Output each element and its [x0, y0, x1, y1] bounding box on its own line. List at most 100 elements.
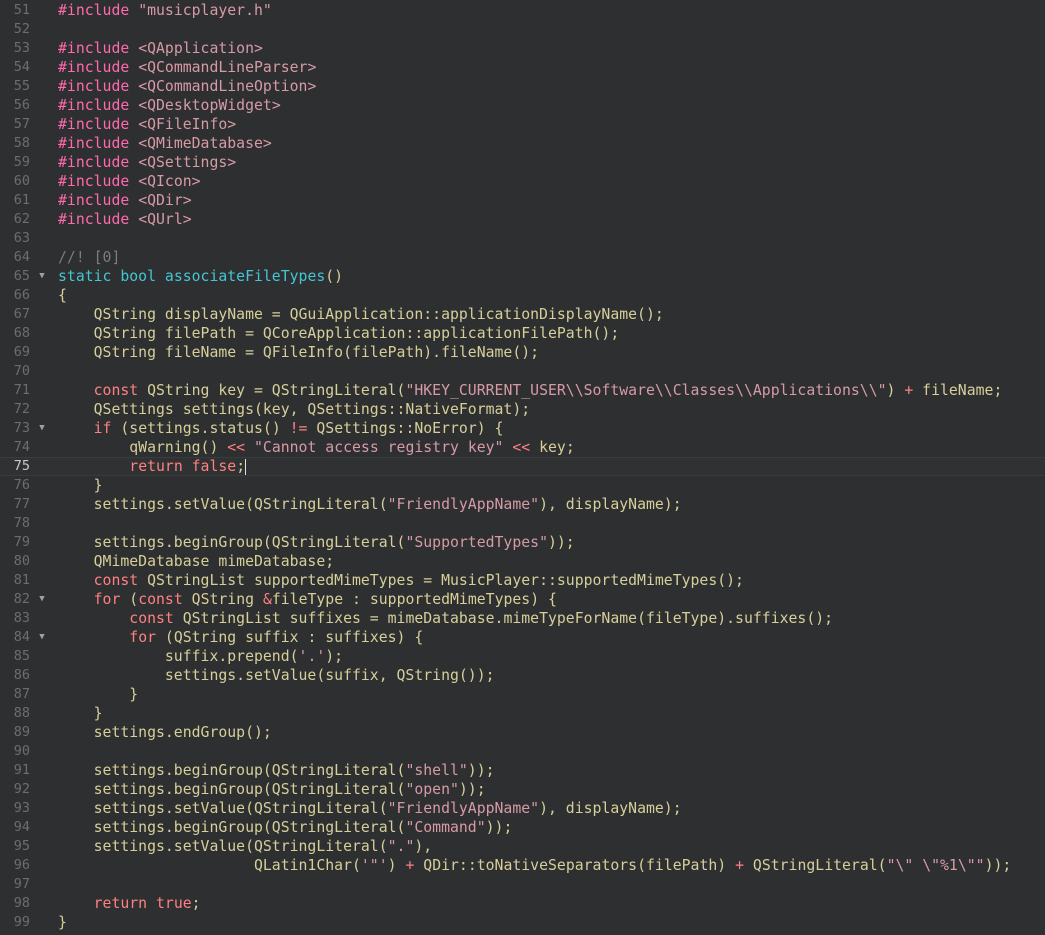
- code-text: settings.setValue(QStringLiteral("Friend…: [58, 495, 682, 514]
- line-number: 59: [13, 154, 30, 170]
- line-number: 60: [13, 173, 30, 189]
- code-line[interactable]: 95 settings.setValue(QStringLiteral(".")…: [0, 837, 1045, 856]
- code-editor[interactable]: 51 #include "musicplayer.h" 52 53 #include <…: [0, 0, 1045, 935]
- line-number: 85: [13, 648, 30, 664]
- code-line[interactable]: 71 const QString key = QStringLiteral("H…: [0, 381, 1045, 400]
- code-line[interactable]: 68 QString filePath = QCoreApplication::…: [0, 324, 1045, 343]
- code-line[interactable]: 52: [0, 20, 1045, 39]
- code-token: #include: [58, 154, 139, 171]
- code-line[interactable]: 56 #include <QDesktopWidget>: [0, 96, 1045, 115]
- code-line[interactable]: 59 #include <QSettings>: [0, 153, 1045, 172]
- code-line[interactable]: 66 {: [0, 286, 1045, 305]
- code-line[interactable]: 88 }: [0, 704, 1045, 723]
- code-line[interactable]: 53 #include <QApplication>: [0, 39, 1045, 58]
- fold-arrow-icon[interactable]: ▼: [36, 419, 48, 438]
- code-text: for (const QString &fileType : supported…: [58, 590, 557, 609]
- code-line[interactable]: 58 #include <QMimeDatabase>: [0, 134, 1045, 153]
- code-text: #include <QFileInfo>: [58, 115, 236, 134]
- code-line[interactable]: 87 }: [0, 685, 1045, 704]
- code-text: settings.beginGroup(QStringLiteral("Comm…: [58, 818, 513, 837]
- code-text: QString displayName = QGuiApplication::a…: [58, 305, 664, 324]
- code-line[interactable]: 78: [0, 514, 1045, 533]
- code-line[interactable]: 77 settings.setValue(QStringLiteral("Fri…: [0, 495, 1045, 514]
- code-line[interactable]: 67 QString displayName = QGuiApplication…: [0, 305, 1045, 324]
- code-token: }: [58, 914, 67, 931]
- code-line[interactable]: 55 #include <QCommandLineOption>: [0, 77, 1045, 96]
- code-text: if (settings.status() != QSettings::NoEr…: [58, 419, 504, 438]
- code-line[interactable]: 72 QSettings settings(key, QSettings::Na…: [0, 400, 1045, 419]
- code-text: #include <QUrl>: [58, 210, 192, 229]
- code-line[interactable]: 89 settings.endGroup();: [0, 723, 1045, 742]
- code-token: (QString suffix : suffixes) {: [164, 629, 424, 646]
- code-line[interactable]: 63: [0, 229, 1045, 248]
- code-line[interactable]: 79 settings.beginGroup(QStringLiteral("S…: [0, 533, 1045, 552]
- code-token: fileName;: [913, 382, 1003, 399]
- code-line[interactable]: 99}: [0, 913, 1045, 932]
- code-text: #include <QDesktopWidget>: [58, 96, 281, 115]
- code-line[interactable]: 73 ▼ if (settings.status() != QSettings::…: [0, 419, 1045, 438]
- code-line[interactable]: 92 settings.beginGroup(QStringLiteral("o…: [0, 780, 1045, 799]
- code-line[interactable]: 93 settings.setValue(QStringLiteral("Fri…: [0, 799, 1045, 818]
- code-token: +: [735, 857, 745, 874]
- code-text: #include <QApplication>: [58, 39, 263, 58]
- code-line[interactable]: 83 const QStringList suffixes = mimeData…: [0, 609, 1045, 628]
- code-line[interactable]: 98 return true;: [0, 894, 1045, 913]
- code-token: ), displayName);: [539, 496, 682, 513]
- code-text: const QStringList supportedMimeTypes = M…: [58, 571, 744, 590]
- fold-arrow-icon[interactable]: ▼: [36, 628, 48, 647]
- fold-arrow-icon[interactable]: ▼: [36, 267, 48, 286]
- code-line[interactable]: 62 #include <QUrl>: [0, 210, 1045, 229]
- code-token: <QCommandLineOption>: [138, 78, 317, 95]
- line-number: 76: [13, 477, 30, 493]
- code-token: #include: [58, 78, 139, 95]
- code-token: "FriendlyAppName": [387, 496, 540, 513]
- code-token: for: [129, 629, 165, 646]
- code-line[interactable]: 65 ▼ static bool associateFileTypes(): [0, 267, 1045, 286]
- code-token: QSettings::NoError) {: [307, 420, 504, 437]
- code-line[interactable]: 97: [0, 875, 1045, 894]
- code-line[interactable]: 86 settings.setValue(suffix, QString());: [0, 666, 1045, 685]
- code-line[interactable]: 90: [0, 742, 1045, 761]
- code-line[interactable]: 61 #include <QDir>: [0, 191, 1045, 210]
- line-number: 69: [13, 344, 30, 360]
- line-number: 55: [13, 78, 30, 94]
- code-line[interactable]: 84 ▼ for (QString suffix : suffixes) {: [0, 628, 1045, 647]
- code-line[interactable]: 70: [0, 362, 1045, 381]
- code-line[interactable]: 51 #include "musicplayer.h": [0, 1, 1045, 20]
- code-line[interactable]: 60 #include <QIcon>: [0, 172, 1045, 191]
- code-token: qWarning(): [58, 439, 228, 456]
- fold-arrow-icon[interactable]: ▼: [36, 590, 48, 609]
- code-line[interactable]: 94 settings.beginGroup(QStringLiteral("C…: [0, 818, 1045, 837]
- code-line[interactable]: 64 //! [0]: [0, 248, 1045, 267]
- code-line[interactable]: 69 QString fileName = QFileInfo(filePath…: [0, 343, 1045, 362]
- code-text: {: [58, 286, 67, 305]
- line-number: 70: [13, 363, 30, 379]
- code-text: }: [58, 913, 67, 932]
- code-text: const QStringList suffixes = mimeDatabas…: [58, 609, 833, 628]
- code-line[interactable]: 80 QMimeDatabase mimeDatabase;: [0, 552, 1045, 571]
- code-token: <QCommandLineParser>: [138, 59, 317, 76]
- code-line[interactable]: 75 return false;: [0, 457, 1045, 476]
- code-line[interactable]: 96 QLatin1Char('"') + QDir::toNativeSepa…: [0, 856, 1045, 875]
- code-line[interactable]: 76 }: [0, 476, 1045, 495]
- code-token: #include: [58, 173, 139, 190]
- code-token: QStringList supportedMimeTypes = MusicPl…: [147, 572, 744, 589]
- code-text: #include <QSettings>: [58, 153, 236, 172]
- code-line[interactable]: 74 qWarning() << "Cannot access registry…: [0, 438, 1045, 457]
- code-token: //! [0]: [58, 249, 121, 266]
- code-line[interactable]: 57 #include <QFileInfo>: [0, 115, 1045, 134]
- code-token: settings.beginGroup(QStringLiteral(: [58, 819, 406, 836]
- line-number: 74: [13, 439, 30, 455]
- line-number: 51: [13, 2, 30, 18]
- code-token: }: [58, 705, 103, 722]
- line-number: 83: [13, 610, 30, 626]
- code-text: static bool associateFileTypes(): [58, 267, 343, 286]
- code-line[interactable]: 81 const QStringList supportedMimeTypes …: [0, 571, 1045, 590]
- code-line[interactable]: 82 ▼ for (const QString &fileType : suppo…: [0, 590, 1045, 609]
- code-line[interactable]: 91 settings.beginGroup(QStringLiteral("s…: [0, 761, 1045, 780]
- code-line[interactable]: 54 #include <QCommandLineParser>: [0, 58, 1045, 77]
- line-number: 96: [13, 857, 30, 873]
- line-number: 86: [13, 667, 30, 683]
- code-line[interactable]: 85 suffix.prepend('.');: [0, 647, 1045, 666]
